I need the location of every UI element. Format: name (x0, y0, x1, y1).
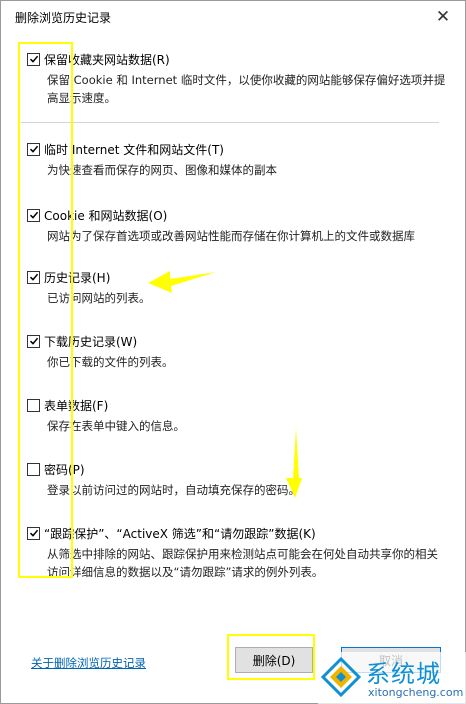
highlight-checkbox-column (18, 42, 73, 578)
watermark: 系统城 xitongcheng.com (318, 652, 466, 704)
highlight-delete-button (227, 634, 315, 680)
option-row: 密码(P) 登录以前访问过的网站时，自动填充保存的密码。 (27, 461, 447, 499)
dialog-title: 删除浏览历史记录 (15, 11, 112, 25)
option-header[interactable]: 表单数据(F) (27, 397, 447, 413)
help-link[interactable]: 关于删除浏览历史记录 (31, 655, 146, 671)
option-description: 保存在表单中键入的信息。 (47, 419, 185, 433)
option-description: 从筛选中排除的网站、跟踪保护用来检测站点可能会在何处自动共享你的相关访问详细信息… (47, 547, 438, 579)
option-header[interactable]: 历史记录(H) (27, 269, 447, 285)
option-header[interactable]: Cookie 和网站数据(O) (27, 207, 447, 223)
option-description: 你已下载的文件的列表。 (47, 355, 174, 369)
option-header[interactable]: “跟踪保护”、“ActiveX 筛选”和“请勿跟踪”数据(K) (27, 525, 447, 541)
option-header[interactable]: 下载历史记录(W) (27, 333, 447, 349)
option-description: 已访问网站的列表。 (47, 291, 151, 305)
option-row: “跟踪保护”、“ActiveX 筛选”和“请勿跟踪”数据(K) 从筛选中排除的网站… (27, 525, 447, 581)
option-header[interactable]: 保留收藏夹网站数据(R) (27, 51, 447, 67)
close-button[interactable]: ✕ (429, 5, 457, 29)
option-header[interactable]: 密码(P) (27, 461, 447, 477)
option-description: 登录以前访问过的网站时，自动填充保存的密码。 (47, 483, 300, 497)
option-description: 为快速查看而保存的网页、图像和媒体的副本 (47, 163, 277, 177)
separator (21, 122, 439, 123)
option-description: 保留 Cookie 和 Internet 临时文件，以使你收藏的网站能够保存偏好… (47, 73, 446, 105)
title-bar: 删除浏览历史记录 ✕ (1, 1, 465, 33)
watermark-url: xitongcheng.com (368, 686, 464, 699)
option-row: 历史记录(H) 已访问网站的列表。 (27, 269, 447, 307)
watermark-logo-icon (320, 656, 362, 698)
watermark-title: 系统城 (366, 660, 441, 688)
option-row: Cookie 和网站数据(O) 网站为了保存首选项或改善网站性能而存储在你计算机上… (27, 207, 447, 245)
option-label: “跟踪保护”、“ActiveX 筛选”和“请勿跟踪”数据(K) (44, 526, 316, 541)
option-row: 临时 Internet 文件和网站文件(T) 为快速查看而保存的网页、图像和媒体的… (27, 141, 447, 179)
option-row: 下载历史记录(W) 你已下载的文件的列表。 (27, 333, 447, 371)
close-icon: ✕ (435, 7, 451, 27)
option-description: 网站为了保存首选项或改善网站性能而存储在你计算机上的文件或数据库 (47, 229, 415, 243)
option-header[interactable]: 临时 Internet 文件和网站文件(T) (27, 141, 447, 157)
option-row: 保留收藏夹网站数据(R) 保留 Cookie 和 Internet 临时文件，以使… (27, 51, 447, 107)
option-row: 表单数据(F) 保存在表单中键入的信息。 (27, 397, 447, 435)
